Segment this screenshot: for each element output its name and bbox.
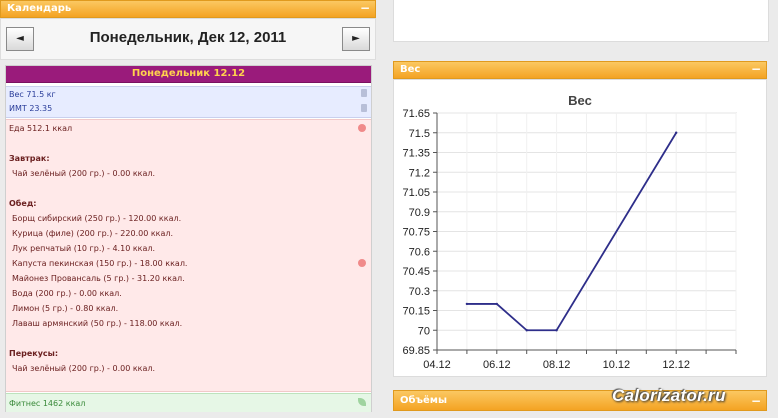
- list-item: Капуста пекинская (150 гр.) - 18.00 ккал…: [12, 259, 188, 268]
- x-tick-label: 10.12: [603, 359, 631, 371]
- breakfast-title: Завтрак:: [9, 154, 50, 163]
- y-tick-label: 71.65: [402, 108, 430, 120]
- calendar-panel-header: Календарь −: [0, 0, 376, 18]
- data-point: [495, 302, 498, 306]
- top-right-panel: [393, 0, 769, 42]
- day-header: Понедельник 12.12: [6, 66, 371, 83]
- list-item: Вода (200 гр.) - 0.00 ккал.: [12, 289, 122, 298]
- date-title: Понедельник, Дек 12, 2011: [89, 29, 287, 46]
- data-point: [675, 131, 678, 134]
- y-tick-label: 69.85: [402, 345, 430, 357]
- list-item: Лаваш армянский (50 гр.) - 118.00 ккал.: [12, 319, 183, 328]
- list-item: Курица (филе) (200 гр.) - 220.00 ккал.: [12, 229, 174, 238]
- y-tick-label: 71.2: [409, 167, 430, 179]
- x-tick-label: 12.12: [662, 359, 690, 371]
- y-tick-label: 70.3: [409, 286, 430, 298]
- delete-weight-icon[interactable]: [361, 89, 367, 97]
- fitness-total: Фитнес 1462 ккал: [9, 399, 86, 408]
- y-tick-label: 71.35: [402, 148, 430, 160]
- y-tick-label: 70.75: [402, 227, 430, 239]
- y-tick-label: 70.9: [409, 207, 430, 219]
- weight-minimize-button[interactable]: −: [751, 62, 761, 76]
- weight-panel-header: Вес −: [393, 61, 767, 79]
- weight-chart-panel: Вес 69.85 70 70.15 70.3 70.45 70.6 70.75 70.9 71…: [393, 79, 767, 377]
- x-tick-label: 04.12: [423, 359, 451, 371]
- y-tick-label: 70.45: [402, 266, 430, 278]
- weight-chart: Вес 69.85 70 70.15 70.3 70.45 70.6 70.75 70.9 71…: [402, 93, 737, 371]
- food-total: Еда 512.1 ккал: [9, 124, 73, 133]
- site-watermark: Calorizator.ru: [612, 386, 726, 405]
- volumes-minimize-button[interactable]: −: [751, 394, 761, 408]
- list-item: Чай зелёный (200 гр.) - 0.00 ккал.: [12, 169, 156, 178]
- volumes-header-title: Объёмы: [400, 395, 447, 406]
- calendar-minimize-button[interactable]: −: [360, 1, 370, 15]
- fitness-section: Фитнес 1462 ккал: [6, 393, 371, 412]
- list-item: Майонез Провансаль (5 гр.) - 31.20 ккал.: [12, 274, 185, 283]
- data-point: [555, 329, 558, 332]
- snacks-title: Перекусы:: [9, 349, 59, 358]
- list-item: Лук репчатый (10 гр.) - 4.10 ккал.: [12, 244, 156, 253]
- y-tick-label: 70.15: [402, 306, 430, 318]
- y-tick-label: 70: [418, 325, 430, 337]
- chart-title: Вес: [568, 93, 592, 108]
- weight-header-title: Вес: [400, 64, 421, 75]
- data-point: [525, 329, 528, 332]
- date-navigation: ◄ Понедельник, Дек 12, 2011 ►: [0, 18, 376, 60]
- lunch-title: Обед:: [9, 199, 37, 208]
- list-item: Борщ сибирский (250 гр.) - 120.00 ккал.: [12, 214, 182, 223]
- food-section: Еда 512.1 ккал Завтрак: Чай зелёный (200…: [6, 119, 371, 392]
- delete-bmi-icon[interactable]: [361, 104, 367, 112]
- y-tick-label: 71.05: [402, 187, 430, 199]
- previous-day-button[interactable]: ◄: [6, 27, 34, 51]
- list-item: Чай зелёный (200 гр.) - 0.00 ккал.: [12, 364, 156, 373]
- list-item: Лимон (5 гр.) - 0.80 ккал.: [12, 304, 119, 313]
- data-point: [465, 302, 469, 306]
- apple-icon[interactable]: [358, 259, 366, 267]
- y-tick-label: 70.6: [409, 246, 430, 258]
- y-tick-label: 71.5: [409, 128, 430, 140]
- leaf-icon[interactable]: [358, 398, 366, 406]
- x-tick-label: 08.12: [543, 359, 571, 371]
- weight-value: Вес 71.5 кг: [9, 90, 56, 99]
- bmi-value: ИМТ 23.35: [9, 104, 53, 113]
- calendar-header-title: Календарь: [7, 3, 72, 14]
- day-summary: Понедельник 12.12 Вес 71.5 кг ИМТ 23.35 …: [5, 65, 372, 412]
- next-day-button[interactable]: ►: [342, 27, 370, 51]
- x-tick-label: 06.12: [483, 359, 511, 371]
- weight-section: Вес 71.5 кг ИМТ 23.35: [6, 86, 371, 118]
- apple-icon[interactable]: [358, 124, 366, 132]
